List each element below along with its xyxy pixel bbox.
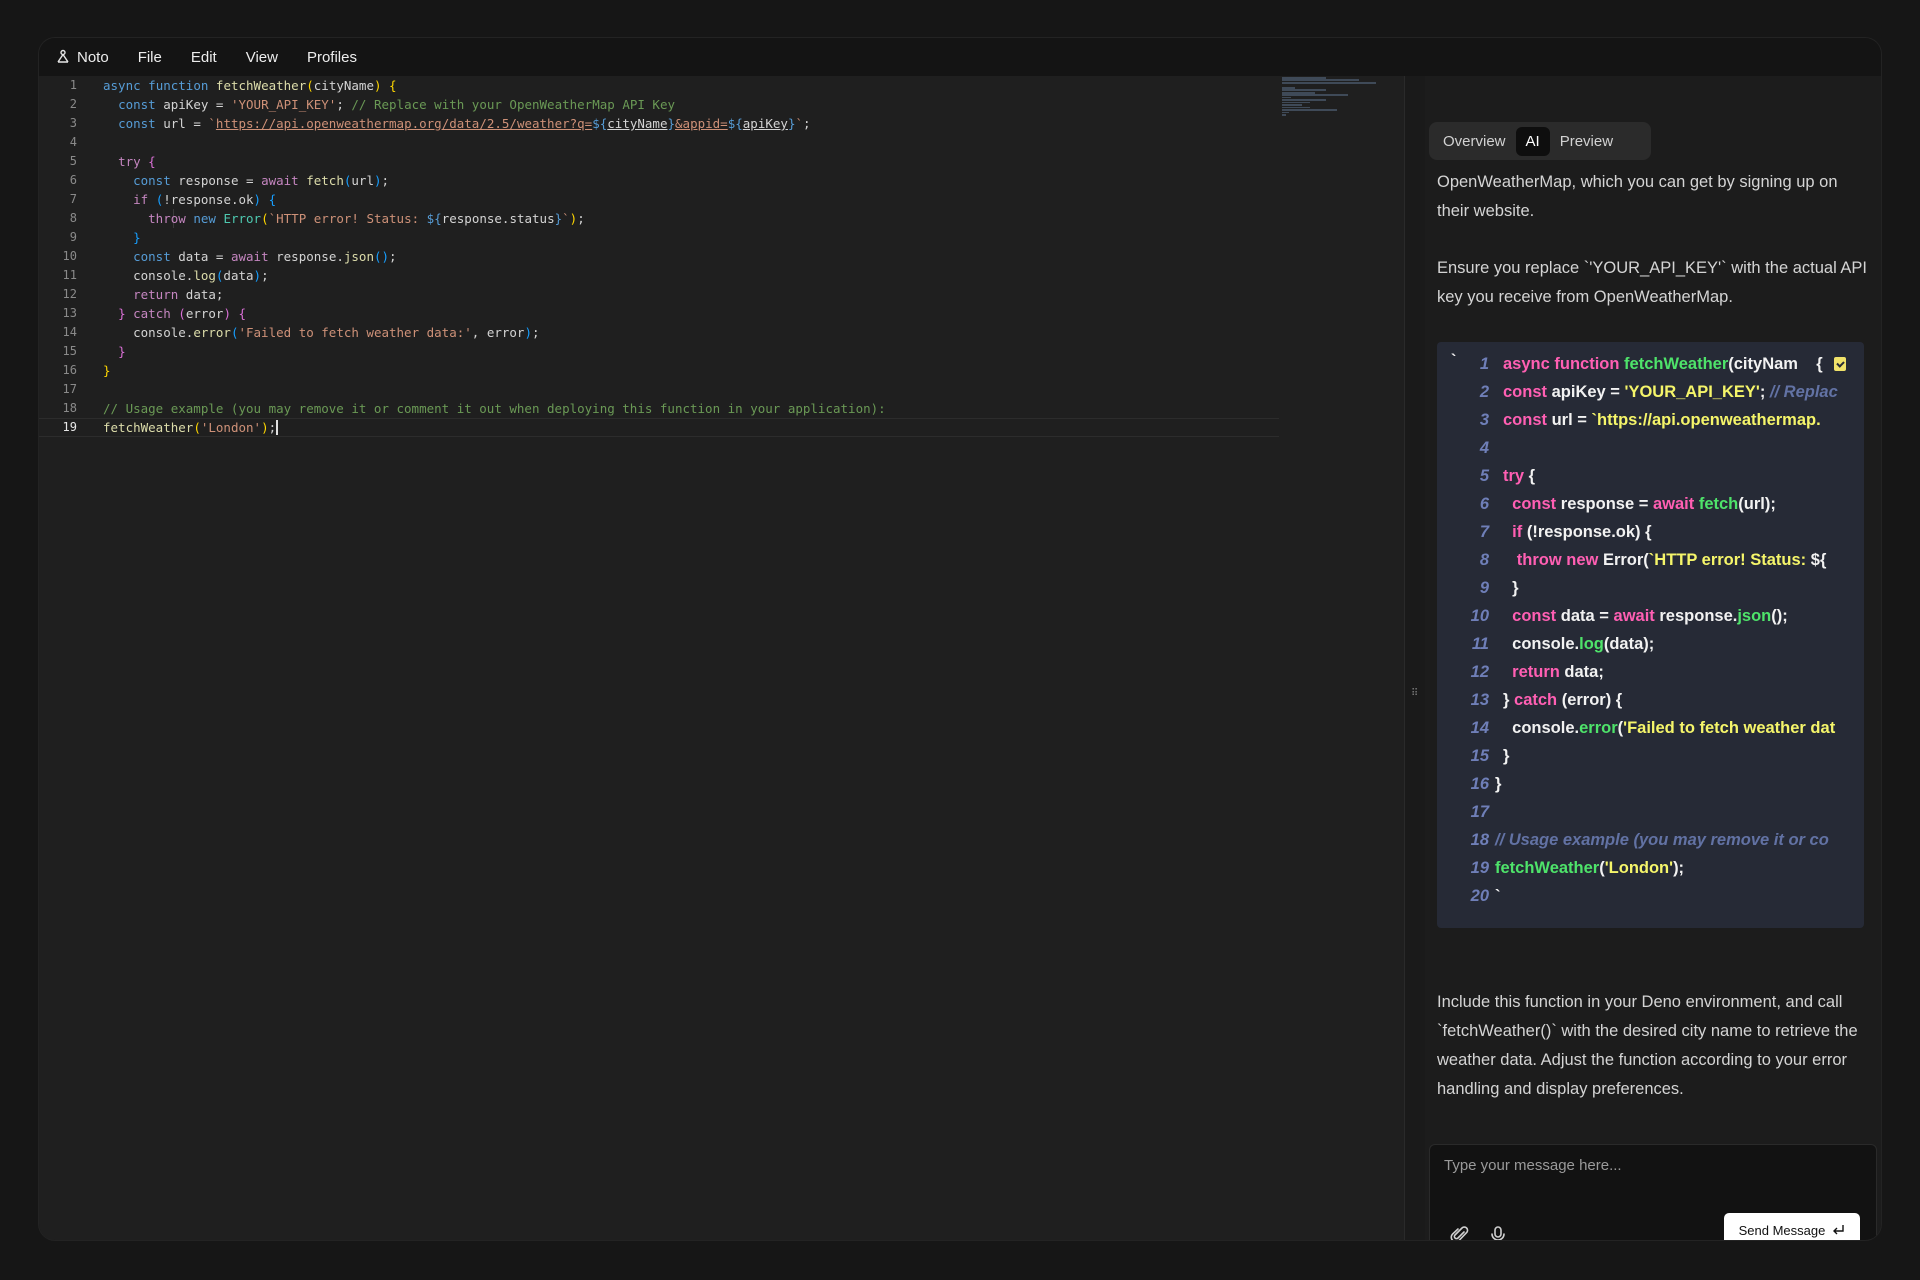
menu-edit[interactable]: Edit bbox=[191, 49, 217, 66]
code-lines: 1 async function fetchWeather(cityName) {… bbox=[39, 76, 1279, 437]
line-number: 12 bbox=[62, 287, 77, 301]
code-line[interactable]: 11 console.log(data); bbox=[39, 266, 1279, 285]
app-window: Noto File Edit View Profiles 1 async func… bbox=[39, 38, 1881, 1240]
code-text: if (!response.ok) { bbox=[133, 192, 277, 207]
code-line[interactable]: 9 } bbox=[39, 228, 1279, 247]
line-number: 18 bbox=[62, 401, 77, 415]
tab-ai[interactable]: AI bbox=[1515, 126, 1550, 156]
grip-icon: ⠿ bbox=[1411, 688, 1418, 699]
line-number: 13 bbox=[62, 306, 77, 320]
message-composer[interactable]: Type your message here... Send Message bbox=[1429, 1144, 1877, 1240]
send-label: Send Message bbox=[1738, 1222, 1826, 1238]
line-number: 1 bbox=[69, 78, 77, 92]
line-number: 16 bbox=[62, 363, 77, 377]
message-input[interactable]: Type your message here... bbox=[1444, 1157, 1622, 1174]
tab-preview[interactable]: Preview bbox=[1550, 127, 1623, 156]
code-line[interactable]: 1 async function fetchWeather(cityName) { bbox=[39, 76, 1279, 95]
line-number: 6 bbox=[69, 173, 77, 187]
code-editor[interactable]: 1 async function fetchWeather(cityName) {… bbox=[39, 76, 1420, 1240]
menu-bar: Noto File Edit View Profiles bbox=[39, 38, 1881, 76]
code-line[interactable]: 3 const url = `https://api.openweatherma… bbox=[39, 114, 1279, 133]
ai-message-text: OpenWeatherMap, which you can get by sig… bbox=[1437, 173, 1838, 220]
code-line[interactable]: 13 } catch (error) { bbox=[39, 304, 1279, 323]
code-text: console.log(data); bbox=[103, 268, 269, 283]
text-caret bbox=[276, 420, 278, 435]
code-text: console.error('Failed to fetch weather d… bbox=[103, 325, 540, 340]
panel-tabs: Overview AI Preview bbox=[1429, 122, 1651, 160]
minimap[interactable] bbox=[1282, 77, 1392, 117]
line-number: 15 bbox=[62, 344, 77, 358]
panel-resizer[interactable]: ⠿ bbox=[1404, 76, 1426, 1240]
code-line[interactable]: 12 return data; bbox=[39, 285, 1279, 304]
code-line[interactable]: 14 console.error('Failed to fetch weathe… bbox=[39, 323, 1279, 342]
code-line[interactable]: 16} bbox=[39, 361, 1279, 380]
code-text: return data; bbox=[133, 287, 224, 302]
send-message-button[interactable]: Send Message bbox=[1724, 1213, 1860, 1240]
line-number: 2 bbox=[69, 97, 77, 111]
line-number: 9 bbox=[69, 230, 77, 244]
line-number: 10 bbox=[62, 249, 77, 263]
line-number: 4 bbox=[69, 135, 77, 149]
code-line-active[interactable]: 19 fetchWeather('London'); bbox=[39, 418, 1279, 437]
code-line[interactable]: 5 try { bbox=[39, 152, 1279, 171]
line-number: 11 bbox=[62, 268, 77, 282]
code-line[interactable]: 7 if (!response.ok) { bbox=[39, 190, 1279, 209]
ai-code-block: ` 1 async function fetchWeather(cityNam {… bbox=[1437, 342, 1864, 928]
tab-overview[interactable]: Overview bbox=[1433, 127, 1516, 156]
code-line[interactable]: 6 const response = await fetch(url); bbox=[39, 171, 1279, 190]
code-text: } bbox=[103, 363, 111, 378]
code-text: const url = `https://api.openweathermap.… bbox=[118, 116, 811, 131]
app-brand[interactable]: Noto bbox=[55, 49, 109, 66]
line-number: 7 bbox=[69, 192, 77, 206]
code-text: try { bbox=[118, 154, 156, 169]
ai-message-text: Ensure you replace `'YOUR_API_KEY'` with… bbox=[1437, 259, 1868, 306]
code-line[interactable]: 17 bbox=[39, 380, 1279, 399]
line-number: 19 bbox=[62, 420, 77, 434]
app-name: Noto bbox=[77, 48, 109, 66]
menu-view[interactable]: View bbox=[246, 49, 278, 66]
code-line[interactable]: 4 bbox=[39, 133, 1279, 152]
line-number: 5 bbox=[69, 154, 77, 168]
code-line[interactable]: 15 } bbox=[39, 342, 1279, 361]
code-text: } bbox=[133, 230, 141, 245]
code-text: const apiKey = 'YOUR_API_KEY'; // Replac… bbox=[118, 97, 675, 112]
code-text: throw new Error(`HTTP error! Status: ${r… bbox=[148, 211, 585, 226]
line-number: 8 bbox=[69, 211, 77, 225]
paperclip-icon[interactable] bbox=[1450, 1225, 1470, 1240]
code-text: async function fetchWeather(cityName) { bbox=[103, 78, 397, 93]
code-text: const response = await fetch(url); bbox=[133, 173, 390, 188]
menu-profiles[interactable]: Profiles bbox=[307, 49, 357, 66]
code-text: } bbox=[118, 344, 126, 359]
ai-panel: Overview AI Preview OpenWeatherMap, whic… bbox=[1425, 76, 1881, 1240]
logo-icon bbox=[57, 49, 69, 63]
menu-file[interactable]: File bbox=[138, 49, 162, 66]
code-line[interactable]: 8 throw new Error(`HTTP error! Status: $… bbox=[39, 209, 1279, 228]
line-number: 14 bbox=[62, 325, 77, 339]
enter-icon bbox=[1833, 1225, 1845, 1235]
code-text: fetchWeather('London'); bbox=[103, 420, 278, 435]
code-line[interactable]: 18 // Usage example (you may remove it or… bbox=[39, 399, 1279, 418]
microphone-icon[interactable] bbox=[1488, 1225, 1508, 1240]
ai-message-text: Include this function in your Deno envir… bbox=[1437, 993, 1858, 1098]
code-text: } catch (error) { bbox=[118, 306, 247, 321]
code-line[interactable]: 10 const data = await response.json(); bbox=[39, 247, 1279, 266]
line-number: 17 bbox=[62, 382, 77, 396]
line-number: 3 bbox=[69, 116, 77, 130]
code-line[interactable]: 2 const apiKey = 'YOUR_API_KEY'; // Repl… bbox=[39, 95, 1279, 114]
code-text: // Usage example (you may remove it or c… bbox=[103, 401, 886, 416]
code-text: const data = await response.json(); bbox=[133, 249, 397, 264]
